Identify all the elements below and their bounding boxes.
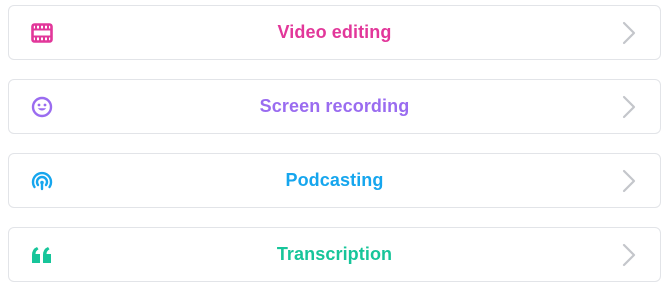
list-item-label: Video editing [277,22,392,42]
chevron-right-icon [622,243,636,267]
list-item-label: Screen recording [259,96,410,116]
list-item-podcasting[interactable]: Podcasting [8,153,661,208]
list-item-label: Transcription [276,244,393,264]
chevron-right-icon [622,169,636,193]
list-item-transcription[interactable]: Transcription [8,227,661,282]
list-item-label: Podcasting [285,170,384,190]
feature-list: Video editing Screen recording Podcastin… [0,0,666,282]
list-item-screen-recording[interactable]: Screen recording [8,79,661,134]
chevron-right-icon [622,21,636,45]
list-item-video-editing[interactable]: Video editing [8,5,661,60]
chevron-right-icon [622,95,636,119]
